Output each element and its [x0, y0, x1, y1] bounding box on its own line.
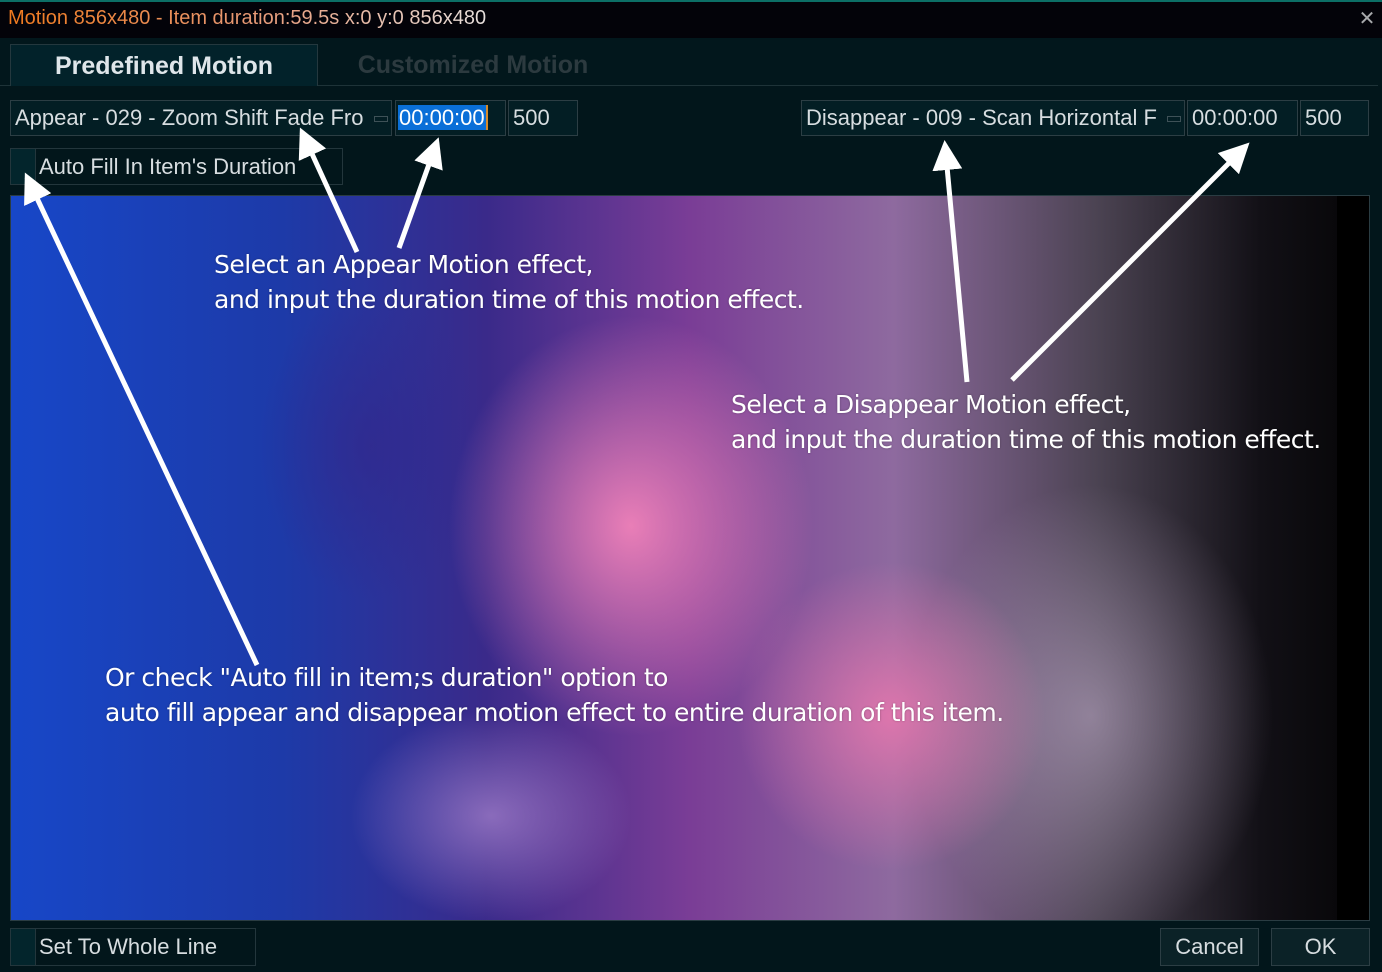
appear-effect-value: Appear - 029 - Zoom Shift Fade Fro: [15, 105, 364, 130]
disappear-time-input[interactable]: 00:00:00: [1187, 100, 1298, 136]
tab-predefined-motion[interactable]: Predefined Motion: [10, 44, 318, 86]
appear-time-value: 00:00:00: [398, 105, 488, 130]
disappear-duration-input[interactable]: 500: [1300, 100, 1369, 136]
dropdown-icon[interactable]: [374, 116, 388, 122]
annotation-disappear-line2: and input the duration time of this moti…: [731, 425, 1321, 454]
close-icon[interactable]: ✕: [1358, 8, 1376, 30]
checkbox-icon[interactable]: [11, 929, 36, 965]
annotation-autofill-line1: Or check "Auto fill in item;s duration" …: [105, 663, 668, 692]
title-bar: Motion 856x480 - Item duration:59.5s x:0…: [0, 0, 1382, 38]
checkbox-icon[interactable]: [11, 149, 36, 184]
disappear-effect-select[interactable]: Disappear - 009 - Scan Horizontal F: [801, 100, 1185, 136]
annotation-appear-line2: and input the duration time of this moti…: [214, 285, 804, 314]
set-to-whole-line-label: Set To Whole Line: [39, 934, 218, 959]
window-title: Motion 856x480 - Item duration:59.5s x:0…: [8, 7, 487, 29]
tab-customized-motion[interactable]: Customized Motion: [318, 44, 628, 86]
ok-button[interactable]: OK: [1271, 928, 1370, 966]
set-to-whole-line-checkbox[interactable]: Set To Whole Line: [10, 928, 256, 966]
appear-effect-select[interactable]: Appear - 029 - Zoom Shift Fade Fro: [10, 100, 392, 136]
appear-time-input[interactable]: 00:00:00: [395, 100, 506, 136]
dropdown-icon[interactable]: [1167, 116, 1181, 122]
disappear-effect-value: Disappear - 009 - Scan Horizontal F: [806, 105, 1157, 130]
auto-fill-label: Auto Fill In Item's Duration: [39, 154, 297, 179]
cancel-button[interactable]: Cancel: [1160, 928, 1259, 966]
annotation-disappear-line1: Select a Disappear Motion effect,: [731, 390, 1131, 419]
annotation-appear-line1: Select an Appear Motion effect,: [214, 250, 594, 279]
appear-duration-input[interactable]: 500: [508, 100, 578, 136]
auto-fill-checkbox[interactable]: Auto Fill In Item's Duration: [10, 148, 343, 185]
preview-letterbox: [1337, 196, 1369, 920]
annotation-autofill-line2: auto fill appear and disappear motion ef…: [105, 698, 1004, 727]
